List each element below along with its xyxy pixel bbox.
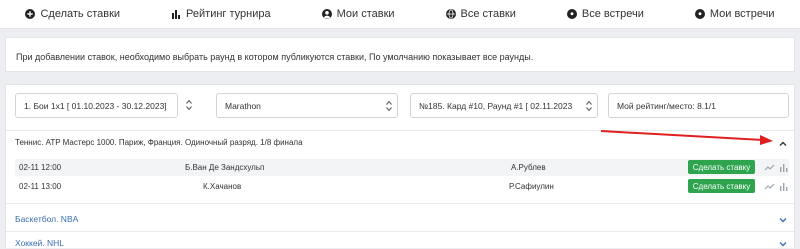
nav-my-matches[interactable]: Мои встречи	[694, 8, 775, 20]
match-row: 02-11 12:00 Б.Ван Де Зандсхульп А.Рублев…	[15, 159, 789, 176]
sort-arrows-icon	[186, 99, 192, 111]
bookmaker-select-value: Marathon	[225, 100, 261, 111]
make-bet-button[interactable]: Сделать ставку	[688, 160, 755, 174]
info-notice: При добавлении ставок, необходимо выбрат…	[5, 37, 795, 72]
globe-icon	[445, 9, 456, 19]
player-away: А.Рублев	[511, 163, 546, 172]
soccer-ball-icon	[694, 9, 705, 19]
bookmaker-select[interactable]: Marathon	[216, 93, 398, 118]
bar-chart-icon	[172, 10, 181, 19]
match-time: 02-11 13:00	[19, 182, 62, 191]
nav-my-bets[interactable]: Мои ставки	[321, 8, 395, 20]
hockey-section-title[interactable]: Хоккей. NHL	[15, 238, 64, 248]
divider	[6, 231, 794, 232]
notice-text: При добавлении ставок, необходимо выбрат…	[16, 52, 534, 62]
bar-chart-icon[interactable]	[778, 162, 789, 173]
match-time: 02-11 12:00	[19, 163, 62, 172]
tennis-section-title: Теннис. ATP Мастерс 1000. Париж, Франция…	[15, 138, 303, 147]
player-away: Р.Сафиулин	[509, 182, 554, 191]
nav-label: Все ставки	[460, 8, 516, 20]
nav-label: Рейтинг турнира	[186, 8, 271, 20]
bar-chart-icon[interactable]	[778, 181, 789, 192]
player-home: Б.Ван Де Зандсхульп	[185, 163, 265, 172]
card-round-select[interactable]: №185. Кард #10, Раунд #1 [ 02.11.2023	[410, 93, 598, 118]
line-chart-icon[interactable]	[764, 181, 775, 192]
top-navigation: Сделать ставки Рейтинг турнира Мои ставк…	[0, 0, 800, 29]
nav-label: Мои встречи	[709, 8, 775, 20]
chevron-up-icon[interactable]	[778, 139, 788, 149]
plus-circle-icon	[25, 9, 36, 19]
nav-label: Мои ставки	[336, 8, 395, 20]
soccer-ball-icon	[566, 9, 577, 19]
round-select[interactable]: 1. Бои 1х1 [ 01.10.2023 - 30.12.2023]	[15, 93, 178, 118]
player-home: К.Хачанов	[203, 182, 242, 191]
round-select-value: 1. Бои 1х1 [ 01.10.2023 - 30.12.2023]	[24, 100, 167, 111]
sort-arrows-icon	[386, 100, 392, 112]
card-round-select-value: №185. Кард #10, Раунд #1 [ 02.11.2023	[419, 100, 573, 111]
make-bet-button[interactable]: Сделать ставку	[688, 179, 755, 193]
chevron-down-icon[interactable]	[778, 215, 788, 225]
nav-label: Все встречи	[581, 8, 644, 20]
bets-panel: 1. Бои 1х1 [ 01.10.2023 - 30.12.2023] Ma…	[5, 84, 795, 248]
nav-all-bets[interactable]: Все ставки	[445, 8, 516, 20]
line-chart-icon[interactable]	[764, 162, 775, 173]
divider	[6, 130, 794, 131]
user-circle-icon	[321, 9, 332, 19]
nav-make-bets[interactable]: Сделать ставки	[25, 8, 120, 20]
basketball-section-title[interactable]: Баскетбол. NBA	[15, 214, 78, 224]
my-rating-text: Мой рейтинг/место: 8.1/1	[617, 100, 716, 111]
my-rating-box: Мой рейтинг/место: 8.1/1	[608, 93, 789, 118]
nav-tournament-rating[interactable]: Рейтинг турнира	[171, 8, 271, 20]
nav-all-matches[interactable]: Все встречи	[566, 8, 644, 20]
divider	[6, 203, 794, 204]
match-row: 02-11 13:00 К.Хачанов Р.Сафиулин Сделать…	[15, 178, 789, 195]
sort-arrows-icon	[586, 100, 592, 112]
nav-label: Сделать ставки	[40, 8, 121, 20]
